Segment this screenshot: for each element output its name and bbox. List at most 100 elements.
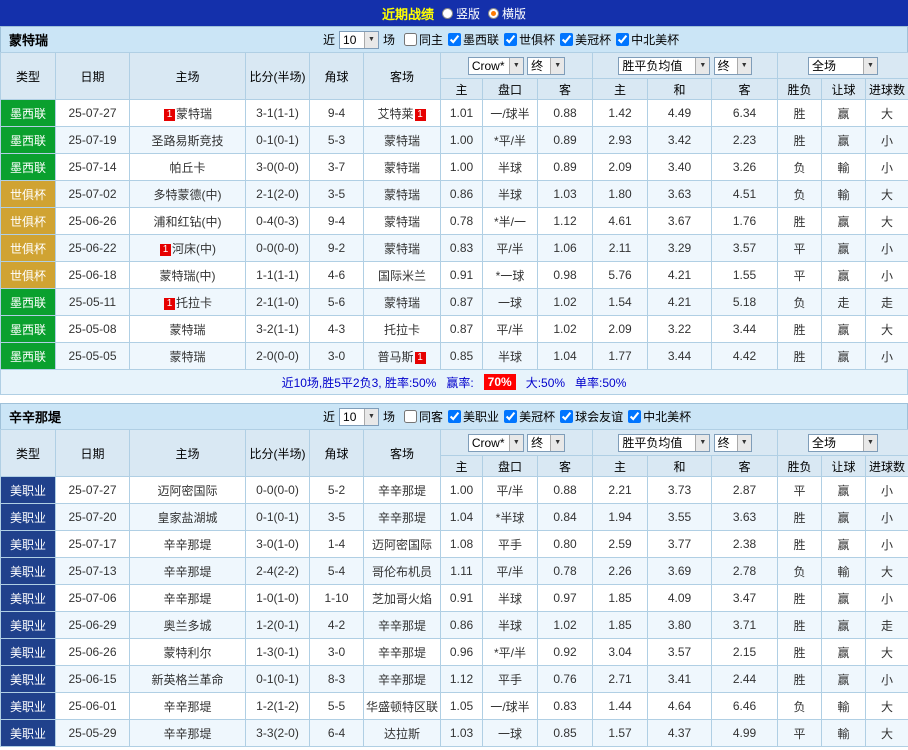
away-team-link[interactable]: 辛辛那堤 <box>364 612 441 639</box>
filter-checkbox-0[interactable]: 同客 <box>399 408 443 425</box>
home-team-link[interactable]: 新英格兰革命 <box>130 666 246 693</box>
topbar: 近期战绩 竖版 横版 <box>0 0 908 26</box>
match-date: 25-06-26 <box>56 208 130 235</box>
away-team-link[interactable]: 哥伦布机员 <box>364 558 441 585</box>
away-team-link[interactable]: 芝加哥火焰 <box>364 585 441 612</box>
avg-odds-select[interactable]: 胜平负均值▼ <box>618 434 710 452</box>
home-team-link[interactable]: 蒙特瑞 <box>130 316 246 343</box>
match-date: 25-07-02 <box>56 181 130 208</box>
away-team-link[interactable]: 托拉卡 <box>364 316 441 343</box>
home-team-link[interactable]: 蒙特瑞(中) <box>130 262 246 289</box>
away-team-link[interactable]: 迈阿密国际 <box>364 531 441 558</box>
asian-home-odds: 1.00 <box>441 127 483 154</box>
home-team-link[interactable]: 辛辛那堤 <box>130 585 246 612</box>
home-team-link[interactable]: 蒙特瑞 <box>130 343 246 370</box>
euro-home-odds: 2.71 <box>593 666 648 693</box>
home-team-link[interactable]: 圣路易斯竞技 <box>130 127 246 154</box>
asian-home-odds: 1.04 <box>441 504 483 531</box>
away-team-link[interactable]: 辛辛那堤 <box>364 504 441 531</box>
checkbox-input[interactable] <box>404 33 417 46</box>
checkbox-input[interactable] <box>448 410 461 423</box>
score: 0-1(0-1) <box>246 504 310 531</box>
odds-stage-select[interactable]: 终▼ <box>527 434 565 452</box>
filter-checkbox-2[interactable]: 世俱杯 <box>499 31 555 48</box>
col-date: 日期 <box>56 430 130 477</box>
away-team-link[interactable]: 蒙特瑞 <box>364 208 441 235</box>
asian-odds-header-cell: Crow*▼ 终▼ <box>441 430 593 456</box>
checkbox-input[interactable] <box>560 410 573 423</box>
checkbox-input[interactable] <box>448 33 461 46</box>
layout-radio-vertical[interactable]: 竖版 <box>442 5 480 22</box>
odds-stage-select-2[interactable]: 终▼ <box>714 434 752 452</box>
asian-home-odds: 1.00 <box>441 154 483 181</box>
away-team-link[interactable]: 蒙特瑞 <box>364 127 441 154</box>
match-scope-select[interactable]: 全场▼ <box>808 57 878 75</box>
odds-stage-select[interactable]: 终▼ <box>527 57 565 75</box>
checkbox-input[interactable] <box>628 410 641 423</box>
checkbox-input[interactable] <box>560 33 573 46</box>
home-team-link[interactable]: 辛辛那堤 <box>130 720 246 747</box>
match-count-select[interactable]: 10▼ <box>339 31 379 49</box>
col-type: 类型 <box>1 430 56 477</box>
match-scope-select[interactable]: 全场▼ <box>808 434 878 452</box>
home-team-link[interactable]: 浦和红钻(中) <box>130 208 246 235</box>
home-team-link[interactable]: 1蒙特瑞 <box>130 100 246 127</box>
euro-draw-odds: 3.55 <box>648 504 712 531</box>
checkbox-input[interactable] <box>504 33 517 46</box>
avg-odds-select[interactable]: 胜平负均值▼ <box>618 57 710 75</box>
away-team-link[interactable]: 达拉斯 <box>364 720 441 747</box>
col-euro-away: 客 <box>712 456 778 477</box>
checkbox-input[interactable] <box>616 33 629 46</box>
home-team-link[interactable]: 多特蒙德(中) <box>130 181 246 208</box>
away-team-link[interactable]: 辛辛那堤 <box>364 477 441 504</box>
checkbox-input[interactable] <box>404 410 417 423</box>
handicap-result: 赢 <box>822 531 866 558</box>
away-team-link[interactable]: 艾特莱1 <box>364 100 441 127</box>
select-value: 终 <box>718 57 730 74</box>
filter-checkbox-0[interactable]: 同主 <box>399 31 443 48</box>
filter-checkbox-3[interactable]: 美冠杯 <box>555 31 611 48</box>
away-team-link[interactable]: 辛辛那堤 <box>364 666 441 693</box>
match-count-select[interactable]: 10▼ <box>339 408 379 426</box>
filter-checkbox-4[interactable]: 中北美杯 <box>611 31 679 48</box>
filter-checkbox-1[interactable]: 美职业 <box>443 408 499 425</box>
away-team-link[interactable]: 普马斯1 <box>364 343 441 370</box>
score: 1-3(0-1) <box>246 639 310 666</box>
home-team-link[interactable]: 奥兰多城 <box>130 612 246 639</box>
filter-checkbox-4[interactable]: 中北美杯 <box>623 408 691 425</box>
away-team-link[interactable]: 华盛顿特区联 <box>364 693 441 720</box>
away-team-link[interactable]: 蒙特瑞 <box>364 235 441 262</box>
checkbox-input[interactable] <box>504 410 517 423</box>
filter-checkbox-1[interactable]: 墨西联 <box>443 31 499 48</box>
home-team-link[interactable]: 辛辛那堤 <box>130 531 246 558</box>
euro-draw-odds: 3.77 <box>648 531 712 558</box>
away-team-link[interactable]: 国际米兰 <box>364 262 441 289</box>
home-team-link[interactable]: 1托拉卡 <box>130 289 246 316</box>
col-away: 客场 <box>364 430 441 477</box>
goals-result: 小 <box>866 504 908 531</box>
away-team-link[interactable]: 蒙特瑞 <box>364 154 441 181</box>
match-date: 25-07-19 <box>56 127 130 154</box>
outcome-result: 胜 <box>778 100 822 127</box>
away-team-link[interactable]: 蒙特瑞 <box>364 289 441 316</box>
home-team-link[interactable]: 辛辛那堤 <box>130 558 246 585</box>
layout-radio-horizontal[interactable]: 横版 <box>488 5 526 22</box>
home-team-link[interactable]: 皇家盐湖城 <box>130 504 246 531</box>
home-team-link[interactable]: 蒙特利尔 <box>130 639 246 666</box>
bookmaker-select[interactable]: Crow*▼ <box>468 434 524 452</box>
away-team-link[interactable]: 辛辛那堤 <box>364 639 441 666</box>
asian-home-odds: 0.85 <box>441 343 483 370</box>
odds-stage-select-2[interactable]: 终▼ <box>714 57 752 75</box>
home-team-link[interactable]: 迈阿密国际 <box>130 477 246 504</box>
euro-odds-header-cell: 胜平负均值▼ 终▼ <box>593 53 778 79</box>
asian-away-odds: 0.78 <box>538 558 593 585</box>
asian-away-odds: 1.04 <box>538 343 593 370</box>
euro-home-odds: 1.42 <box>593 100 648 127</box>
filter-checkbox-2[interactable]: 美冠杯 <box>499 408 555 425</box>
away-team-link[interactable]: 蒙特瑞 <box>364 181 441 208</box>
bookmaker-select[interactable]: Crow*▼ <box>468 57 524 75</box>
home-team-link[interactable]: 1河床(中) <box>130 235 246 262</box>
filter-checkbox-3[interactable]: 球会友谊 <box>555 408 623 425</box>
home-team-link[interactable]: 帕丘卡 <box>130 154 246 181</box>
home-team-link[interactable]: 辛辛那堤 <box>130 693 246 720</box>
